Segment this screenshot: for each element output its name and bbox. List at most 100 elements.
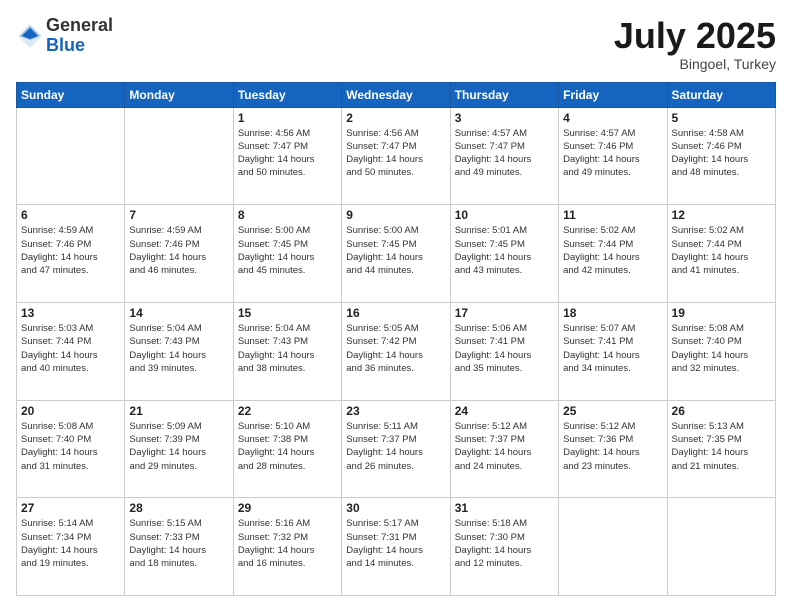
day-info: Sunrise: 5:06 AM Sunset: 7:41 PM Dayligh… [455,322,554,375]
logo-icon [16,22,44,50]
day-cell-2-0: 13 Sunrise: 5:03 AM Sunset: 7:44 PM Dayli… [17,302,125,400]
day-cell-3-3: 23 Sunrise: 5:11 AM Sunset: 7:37 PM Dayli… [342,400,450,498]
day-number: 25 [563,404,662,418]
day-number: 14 [129,306,228,320]
col-friday: Friday [559,82,667,107]
day-number: 3 [455,111,554,125]
day-info: Sunrise: 5:07 AM Sunset: 7:41 PM Dayligh… [563,322,662,375]
day-cell-4-3: 30 Sunrise: 5:17 AM Sunset: 7:31 PM Dayli… [342,498,450,596]
day-number: 12 [672,208,771,222]
day-cell-2-2: 15 Sunrise: 5:04 AM Sunset: 7:43 PM Dayli… [233,302,341,400]
day-cell-1-1: 7Sunrise: 4:59 AM Sunset: 7:46 PM Daylig… [125,205,233,303]
day-info: Sunrise: 5:11 AM Sunset: 7:37 PM Dayligh… [346,420,445,473]
col-thursday: Thursday [450,82,558,107]
day-cell-2-5: 18 Sunrise: 5:07 AM Sunset: 7:41 PM Dayli… [559,302,667,400]
day-cell-3-5: 25 Sunrise: 5:12 AM Sunset: 7:36 PM Dayli… [559,400,667,498]
calendar-table: Sunday Monday Tuesday Wednesday Thursday… [16,82,776,596]
day-cell-0-0 [17,107,125,205]
day-cell-0-4: 3 Sunrise: 4:57 AM Sunset: 7:47 PM Daylig… [450,107,558,205]
day-info: Sunrise: 4:56 AM Sunset: 7:47 PM Dayligh… [238,127,337,180]
day-number: 28 [129,501,228,515]
day-info: Sunrise: 5:09 AM Sunset: 7:39 PM Dayligh… [129,420,228,473]
day-info: Sunrise: 5:10 AM Sunset: 7:38 PM Dayligh… [238,420,337,473]
day-number: 16 [346,306,445,320]
col-wednesday: Wednesday [342,82,450,107]
day-info: Sunrise: 5:00 AM Sunset: 7:45 PM Dayligh… [346,224,445,277]
day-number: 22 [238,404,337,418]
day-cell-1-6: 12 Sunrise: 5:02 AM Sunset: 7:44 PM Dayli… [667,205,775,303]
day-number: 10 [455,208,554,222]
week-row-4: 20 Sunrise: 5:08 AM Sunset: 7:40 PM Dayli… [17,400,776,498]
logo-text: General Blue [46,16,113,56]
day-number: 30 [346,501,445,515]
day-number: 9 [346,208,445,222]
logo: General Blue [16,16,113,56]
day-cell-3-2: 22 Sunrise: 5:10 AM Sunset: 7:38 PM Dayli… [233,400,341,498]
day-info: Sunrise: 5:08 AM Sunset: 7:40 PM Dayligh… [672,322,771,375]
title-block: July 2025 Bingoel, Turkey [614,16,776,72]
day-cell-4-6 [667,498,775,596]
day-cell-3-4: 24Sunrise: 5:12 AM Sunset: 7:37 PM Dayli… [450,400,558,498]
day-info: Sunrise: 4:58 AM Sunset: 7:46 PM Dayligh… [672,127,771,180]
day-cell-1-4: 10Sunrise: 5:01 AM Sunset: 7:45 PM Dayli… [450,205,558,303]
day-info: Sunrise: 5:05 AM Sunset: 7:42 PM Dayligh… [346,322,445,375]
day-number: 29 [238,501,337,515]
week-row-3: 13 Sunrise: 5:03 AM Sunset: 7:44 PM Dayli… [17,302,776,400]
page: General Blue July 2025 Bingoel, Turkey S… [0,0,792,612]
day-number: 13 [21,306,120,320]
day-cell-4-0: 27Sunrise: 5:14 AM Sunset: 7:34 PM Dayli… [17,498,125,596]
day-cell-0-1 [125,107,233,205]
day-info: Sunrise: 4:57 AM Sunset: 7:47 PM Dayligh… [455,127,554,180]
day-info: Sunrise: 5:04 AM Sunset: 7:43 PM Dayligh… [238,322,337,375]
header-row: Sunday Monday Tuesday Wednesday Thursday… [17,82,776,107]
day-cell-4-4: 31Sunrise: 5:18 AM Sunset: 7:30 PM Dayli… [450,498,558,596]
day-cell-3-1: 21 Sunrise: 5:09 AM Sunset: 7:39 PM Dayli… [125,400,233,498]
day-number: 31 [455,501,554,515]
day-cell-1-5: 11Sunrise: 5:02 AM Sunset: 7:44 PM Dayli… [559,205,667,303]
logo-general: General [46,15,113,35]
day-number: 15 [238,306,337,320]
header: General Blue July 2025 Bingoel, Turkey [16,16,776,72]
logo-blue: Blue [46,35,85,55]
col-monday: Monday [125,82,233,107]
day-info: Sunrise: 5:12 AM Sunset: 7:36 PM Dayligh… [563,420,662,473]
day-number: 23 [346,404,445,418]
day-number: 24 [455,404,554,418]
day-number: 20 [21,404,120,418]
day-number: 11 [563,208,662,222]
day-info: Sunrise: 5:02 AM Sunset: 7:44 PM Dayligh… [672,224,771,277]
day-cell-4-5 [559,498,667,596]
week-row-2: 6Sunrise: 4:59 AM Sunset: 7:46 PM Daylig… [17,205,776,303]
day-info: Sunrise: 5:17 AM Sunset: 7:31 PM Dayligh… [346,517,445,570]
day-number: 21 [129,404,228,418]
day-cell-2-1: 14 Sunrise: 5:04 AM Sunset: 7:43 PM Dayli… [125,302,233,400]
day-cell-2-6: 19Sunrise: 5:08 AM Sunset: 7:40 PM Dayli… [667,302,775,400]
day-number: 18 [563,306,662,320]
location-subtitle: Bingoel, Turkey [614,56,776,72]
day-info: Sunrise: 5:04 AM Sunset: 7:43 PM Dayligh… [129,322,228,375]
day-info: Sunrise: 5:16 AM Sunset: 7:32 PM Dayligh… [238,517,337,570]
week-row-5: 27Sunrise: 5:14 AM Sunset: 7:34 PM Dayli… [17,498,776,596]
day-info: Sunrise: 5:08 AM Sunset: 7:40 PM Dayligh… [21,420,120,473]
day-number: 26 [672,404,771,418]
day-cell-3-0: 20 Sunrise: 5:08 AM Sunset: 7:40 PM Dayli… [17,400,125,498]
day-cell-2-4: 17Sunrise: 5:06 AM Sunset: 7:41 PM Dayli… [450,302,558,400]
day-number: 5 [672,111,771,125]
day-cell-1-0: 6Sunrise: 4:59 AM Sunset: 7:46 PM Daylig… [17,205,125,303]
day-cell-4-1: 28Sunrise: 5:15 AM Sunset: 7:33 PM Dayli… [125,498,233,596]
day-info: Sunrise: 5:03 AM Sunset: 7:44 PM Dayligh… [21,322,120,375]
day-info: Sunrise: 4:59 AM Sunset: 7:46 PM Dayligh… [129,224,228,277]
day-info: Sunrise: 5:13 AM Sunset: 7:35 PM Dayligh… [672,420,771,473]
col-sunday: Sunday [17,82,125,107]
day-cell-1-2: 8Sunrise: 5:00 AM Sunset: 7:45 PM Daylig… [233,205,341,303]
col-saturday: Saturday [667,82,775,107]
day-info: Sunrise: 4:57 AM Sunset: 7:46 PM Dayligh… [563,127,662,180]
month-title: July 2025 [614,16,776,56]
day-info: Sunrise: 5:14 AM Sunset: 7:34 PM Dayligh… [21,517,120,570]
day-number: 1 [238,111,337,125]
day-info: Sunrise: 5:00 AM Sunset: 7:45 PM Dayligh… [238,224,337,277]
day-info: Sunrise: 4:56 AM Sunset: 7:47 PM Dayligh… [346,127,445,180]
day-cell-2-3: 16 Sunrise: 5:05 AM Sunset: 7:42 PM Dayli… [342,302,450,400]
day-cell-0-3: 2Sunrise: 4:56 AM Sunset: 7:47 PM Daylig… [342,107,450,205]
day-info: Sunrise: 4:59 AM Sunset: 7:46 PM Dayligh… [21,224,120,277]
